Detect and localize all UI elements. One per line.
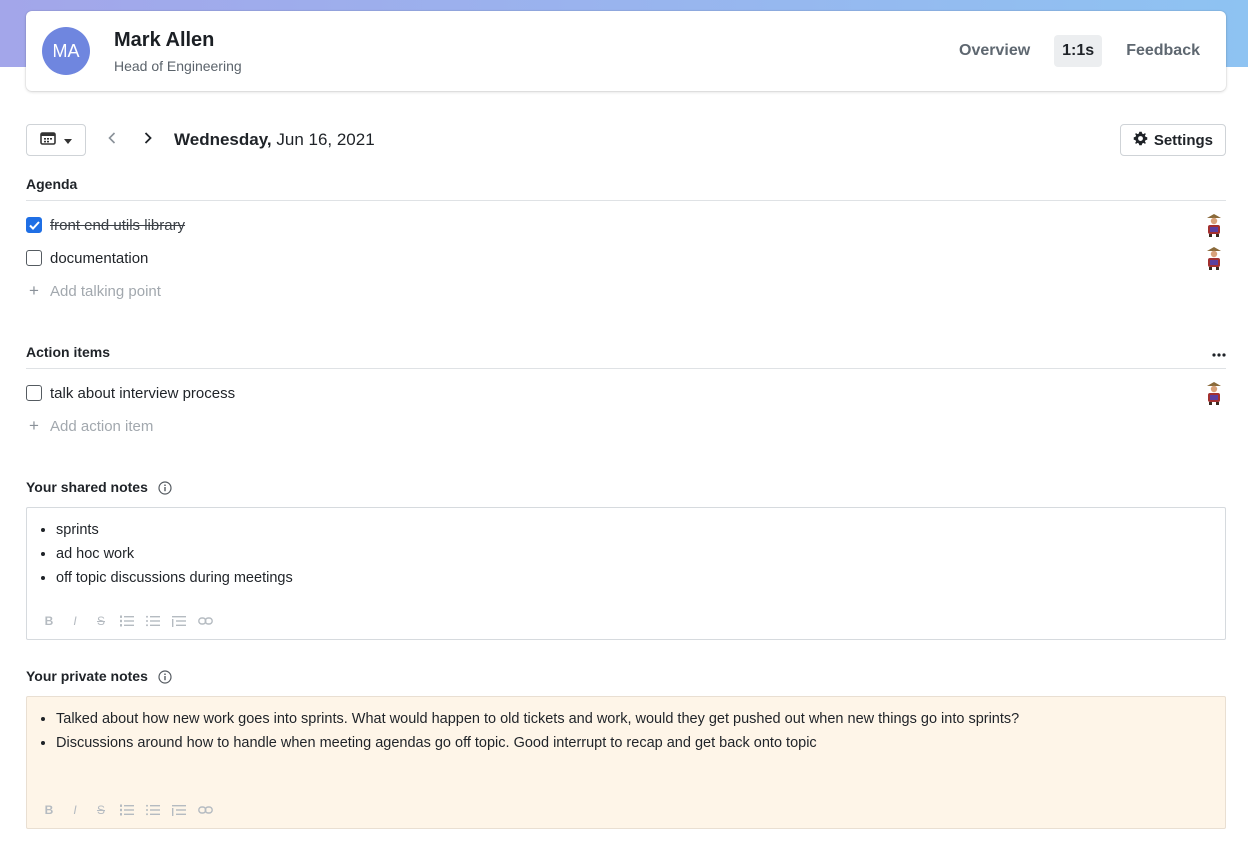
action-item-checkbox[interactable] <box>26 385 42 401</box>
current-weekday: Wednesday, <box>174 130 272 149</box>
current-date-text: Jun 16, 2021 <box>271 130 375 149</box>
italic-button[interactable]: I <box>67 613 83 629</box>
list-item: Discussions around how to handle when me… <box>56 731 1213 755</box>
tab-feedback[interactable]: Feedback <box>1116 35 1210 67</box>
checkmark-icon <box>28 220 40 230</box>
indent-icon <box>172 616 186 627</box>
shared-notes-header: Your shared notes <box>26 479 172 495</box>
private-notes-list: Talked about how new work goes into spri… <box>39 707 1213 755</box>
info-icon[interactable] <box>158 670 172 684</box>
assignee-avatar-icon[interactable] <box>1202 380 1226 406</box>
indent-icon <box>172 805 186 816</box>
action-items-divider <box>26 368 1226 369</box>
agenda-item: documentation <box>26 246 1226 270</box>
link-button[interactable] <box>197 802 213 818</box>
settings-label: Settings <box>1153 131 1213 149</box>
bullet-list-button[interactable] <box>145 802 161 818</box>
bullet-list-icon <box>146 804 160 816</box>
strikethrough-button[interactable]: S <box>93 613 109 629</box>
profile-header-card: MA Mark Allen Head of Engineering Overvi… <box>26 11 1226 91</box>
list-item: sprints <box>56 518 1213 542</box>
indent-button[interactable] <box>171 802 187 818</box>
plus-icon: + <box>29 416 39 435</box>
shared-notes-list: sprints ad hoc work off topic discussion… <box>39 518 1213 590</box>
bold-icon: B <box>44 803 54 817</box>
action-items-header: Action items <box>26 340 1226 364</box>
calendar-icon <box>40 131 56 150</box>
settings-button[interactable]: Settings <box>1119 124 1226 156</box>
bullet-list-icon <box>146 615 160 627</box>
ordered-list-icon <box>120 615 134 627</box>
current-date: Wednesday, Jun 16, 2021 <box>174 130 375 150</box>
link-button[interactable] <box>197 613 213 629</box>
private-notes-editor[interactable]: Talked about how new work goes into spri… <box>26 696 1226 829</box>
action-item-text[interactable]: talk about interview process <box>50 385 235 402</box>
avatar: MA <box>42 27 90 75</box>
tab-overview[interactable]: Overview <box>949 35 1040 67</box>
bold-button[interactable]: B <box>41 613 57 629</box>
agenda-item: front end utils library <box>26 213 1226 237</box>
list-item: ad hoc work <box>56 542 1213 566</box>
agenda-item-text[interactable]: front end utils library <box>50 217 185 234</box>
list-item: Talked about how new work goes into spri… <box>56 707 1213 731</box>
private-notes-header: Your private notes <box>26 668 172 684</box>
next-day-button[interactable] <box>136 128 160 152</box>
agenda-divider <box>26 200 1226 201</box>
link-icon <box>197 806 213 814</box>
italic-icon: I <box>73 803 77 817</box>
ordered-list-button[interactable] <box>119 613 135 629</box>
agenda-title: Agenda <box>26 176 78 192</box>
profile-name: Mark Allen <box>114 28 215 51</box>
italic-button[interactable]: I <box>67 802 83 818</box>
nav-tabs: Overview 1:1s Feedback <box>949 35 1210 67</box>
ordered-list-icon <box>120 804 134 816</box>
indent-button[interactable] <box>171 613 187 629</box>
gear-icon <box>1133 131 1148 150</box>
assignee-avatar-icon[interactable] <box>1202 212 1226 238</box>
shared-notes-title: Your shared notes <box>26 479 148 495</box>
add-action-item-button[interactable]: + Add action item <box>26 414 1226 438</box>
chevron-right-icon <box>144 131 152 149</box>
chevron-left-icon <box>108 131 116 149</box>
formatting-toolbar: B I S <box>41 802 213 818</box>
agenda-item-text[interactable]: documentation <box>50 250 148 267</box>
plus-icon: + <box>29 281 39 300</box>
previous-day-button[interactable] <box>100 128 124 152</box>
link-icon <box>197 617 213 625</box>
agenda-item-checkbox[interactable] <box>26 250 42 266</box>
ordered-list-button[interactable] <box>119 802 135 818</box>
list-item: off topic discussions during meetings <box>56 566 1213 590</box>
calendar-picker-button[interactable] <box>26 124 86 156</box>
bold-icon: B <box>44 614 54 628</box>
caret-down-icon <box>64 131 72 149</box>
bullet-list-button[interactable] <box>145 613 161 629</box>
more-options-icon[interactable] <box>1212 344 1226 360</box>
tab-one-on-ones[interactable]: 1:1s <box>1054 35 1103 67</box>
shared-notes-editor[interactable]: sprints ad hoc work off topic discussion… <box>26 507 1226 640</box>
action-items-title: Action items <box>26 344 111 360</box>
strikethrough-button[interactable]: S <box>93 802 109 818</box>
date-navigation-bar: Wednesday, Jun 16, 2021 Settings <box>26 124 1226 156</box>
add-talking-point-label: Add talking point <box>50 282 161 300</box>
profile-role: Head of Engineering <box>114 57 242 74</box>
italic-icon: I <box>73 614 77 628</box>
add-action-item-label: Add action item <box>50 417 154 435</box>
add-talking-point-button[interactable]: + Add talking point <box>26 279 1226 303</box>
formatting-toolbar: B I S <box>41 613 213 629</box>
profile-info: Mark Allen Head of Engineering <box>114 29 242 74</box>
strikethrough-icon: S <box>96 614 105 628</box>
strikethrough-icon: S <box>96 803 105 817</box>
agenda-item-checkbox[interactable] <box>26 217 42 233</box>
info-icon[interactable] <box>158 481 172 495</box>
action-item: talk about interview process <box>26 381 1226 405</box>
bold-button[interactable]: B <box>41 802 57 818</box>
assignee-avatar-icon[interactable] <box>1202 245 1226 271</box>
private-notes-title: Your private notes <box>26 668 148 684</box>
